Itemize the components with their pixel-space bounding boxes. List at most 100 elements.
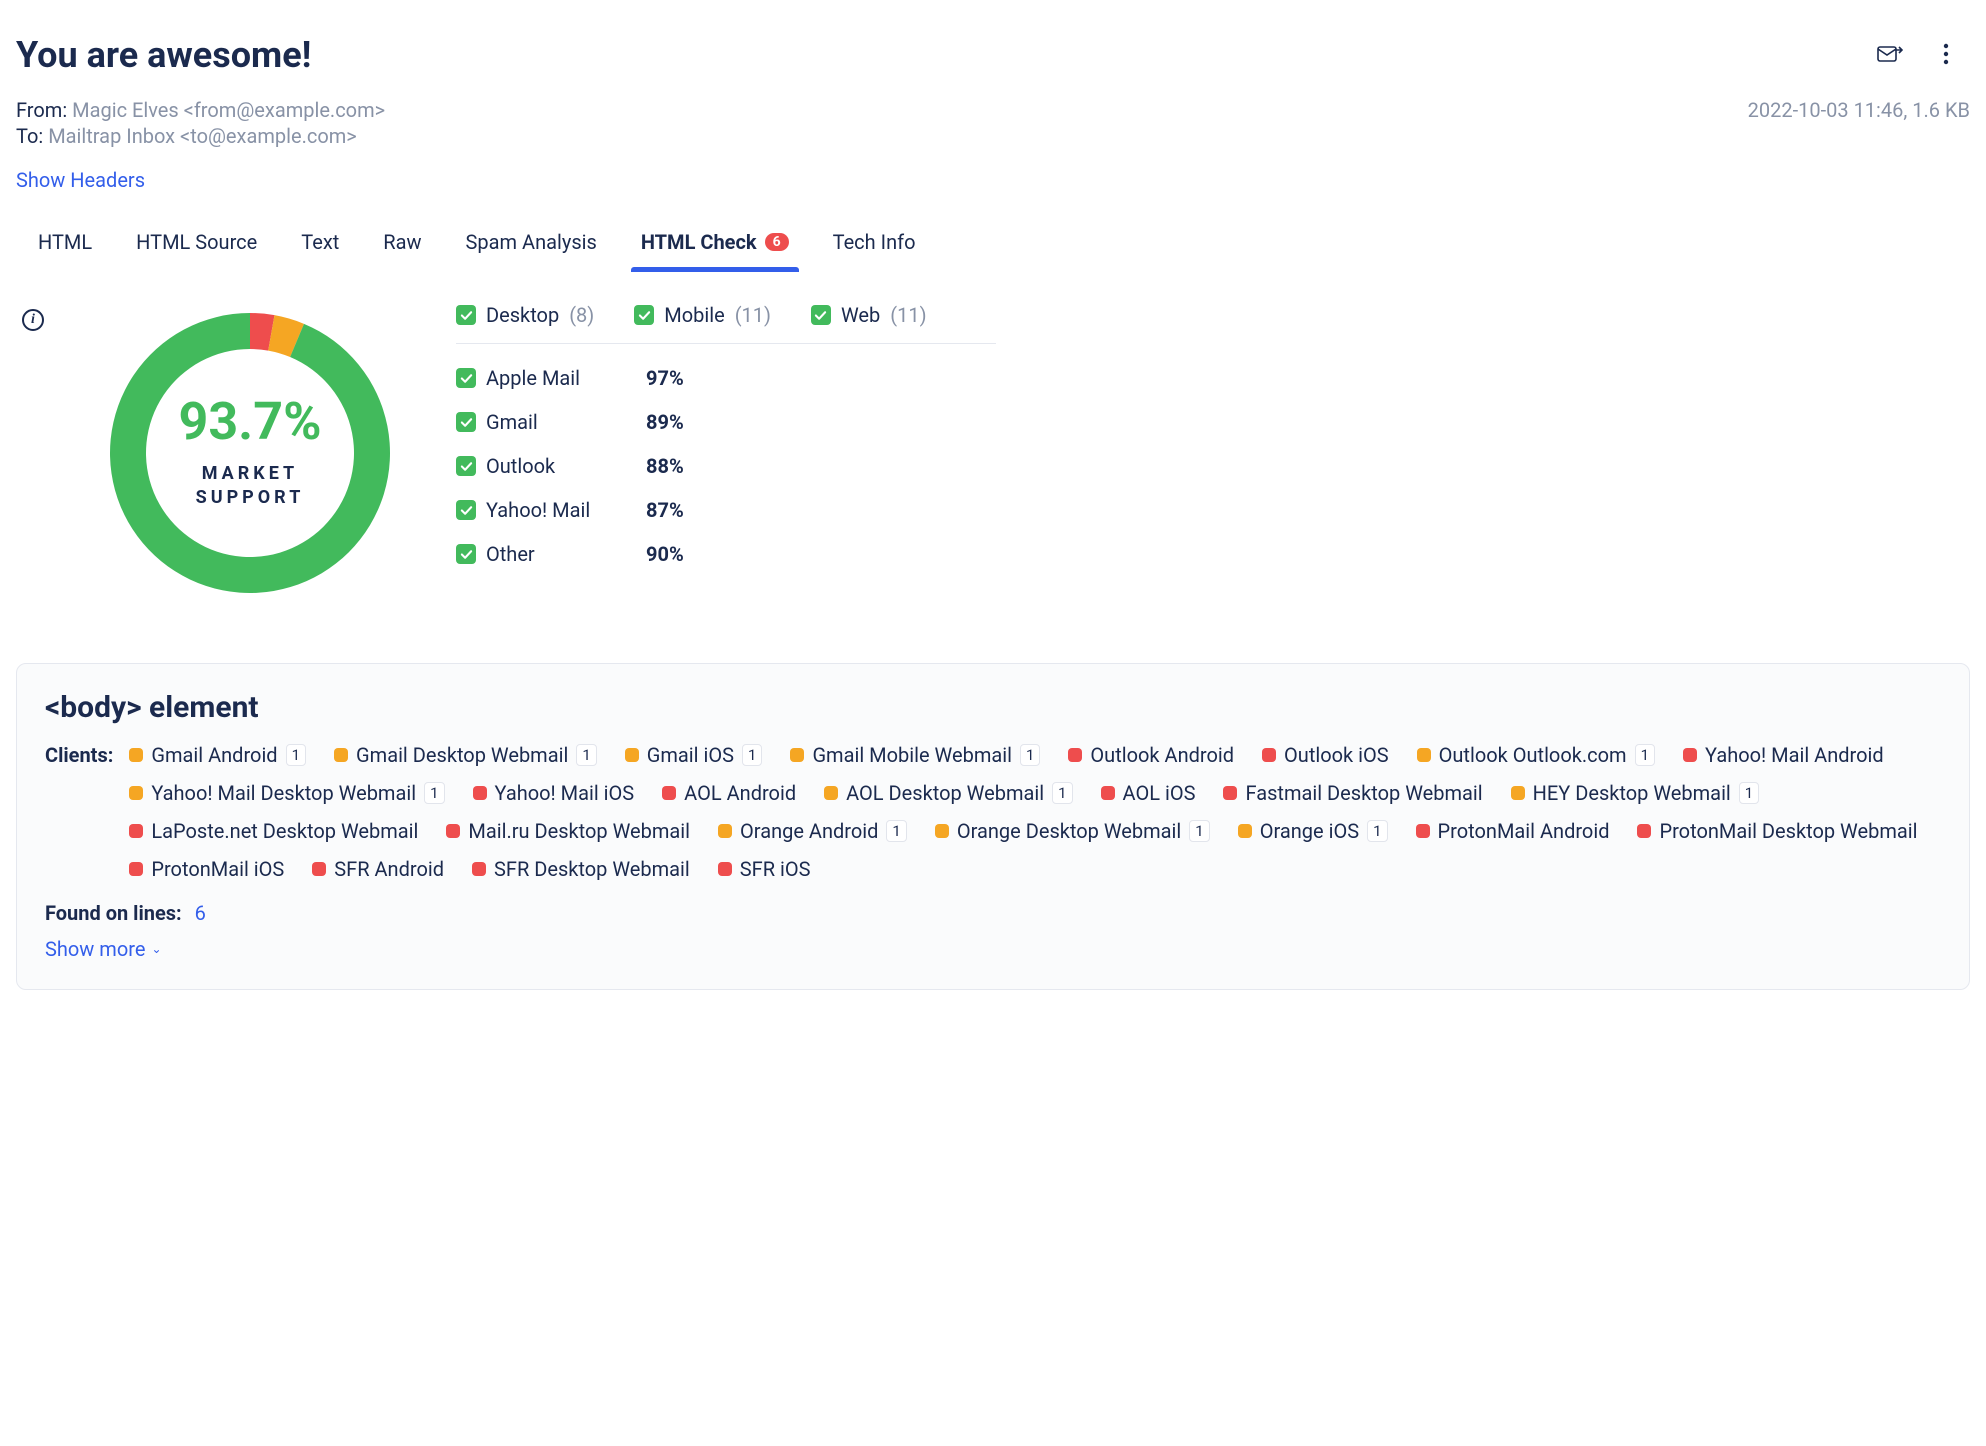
forward-icon[interactable]: [1876, 40, 1904, 68]
status-dot-icon: [1238, 824, 1252, 838]
more-menu-icon[interactable]: [1932, 40, 1960, 68]
tab-html-source[interactable]: HTML Source: [136, 220, 257, 272]
donut-label-1: MARKET: [202, 463, 298, 484]
from-value: Magic Elves <from@example.com>: [72, 98, 385, 122]
status-dot-icon: [1511, 786, 1525, 800]
status-dot-icon: [824, 786, 838, 800]
status-dot-icon: [473, 786, 487, 800]
chip-label: Yahoo! Mail Android: [1705, 743, 1884, 767]
chip-label: Gmail iOS: [647, 743, 734, 767]
client-chip: Outlook Android: [1068, 743, 1234, 767]
chip-label: Yahoo! Mail iOS: [495, 781, 635, 805]
found-on-lines-label: Found on lines:: [45, 901, 182, 925]
chip-label: Yahoo! Mail Desktop Webmail: [151, 781, 416, 805]
client-chip: Fastmail Desktop Webmail: [1223, 781, 1482, 805]
chip-label: Gmail Android: [151, 743, 277, 767]
status-dot-icon: [625, 748, 639, 762]
tab-html[interactable]: HTML: [38, 220, 92, 272]
checkbox-icon: [456, 412, 476, 432]
status-dot-icon: [334, 748, 348, 762]
client-chip: SFR Desktop Webmail: [472, 857, 690, 881]
client-percent: 90%: [646, 542, 684, 566]
chip-label: Orange Desktop Webmail: [957, 819, 1181, 843]
donut-percent: 93.7%: [178, 396, 321, 448]
client-chip: AOL Desktop Webmail1: [824, 781, 1072, 805]
chip-label: Gmail Mobile Webmail: [812, 743, 1012, 767]
chip-count: 1: [286, 744, 306, 766]
show-more-link[interactable]: Show more ⌄: [45, 937, 1941, 961]
client-chip: Mail.ru Desktop Webmail: [446, 819, 690, 843]
chip-count: 1: [1367, 820, 1387, 842]
client-row: Apple Mail 97%: [456, 356, 996, 400]
tab-tech-info[interactable]: Tech Info: [833, 220, 916, 272]
chip-count: 1: [576, 744, 596, 766]
platform-web[interactable]: Web (11): [811, 303, 927, 327]
to-label: To:: [16, 124, 43, 148]
client-label: Apple Mail: [486, 366, 580, 390]
checkbox-icon: [634, 305, 654, 325]
client-chip: AOL Android: [662, 781, 796, 805]
tab-raw[interactable]: Raw: [383, 220, 421, 272]
tab-label: Raw: [383, 230, 421, 254]
platform-count: (11): [735, 303, 771, 327]
client-chip: Orange Desktop Webmail 1: [935, 819, 1210, 843]
chip-label: HEY Desktop Webmail: [1533, 781, 1731, 805]
chip-count: 1: [424, 782, 444, 804]
client-chip: ProtonMail Android: [1416, 819, 1610, 843]
tab-text[interactable]: Text: [301, 220, 339, 272]
status-dot-icon: [1101, 786, 1115, 800]
platform-desktop[interactable]: Desktop (8): [456, 303, 594, 327]
chip-label: SFR Android: [334, 857, 444, 881]
client-apple-mail[interactable]: Apple Mail: [456, 366, 646, 390]
status-dot-icon: [662, 786, 676, 800]
checkbox-icon: [456, 368, 476, 388]
show-headers-link[interactable]: Show Headers: [16, 168, 145, 192]
status-dot-icon: [1637, 824, 1651, 838]
chip-label: SFR Desktop Webmail: [494, 857, 690, 881]
client-yahoo-mail[interactable]: Yahoo! Mail: [456, 498, 646, 522]
tab-badge: 6: [765, 233, 789, 251]
chip-count: 1: [742, 744, 762, 766]
chip-label: Orange Android: [740, 819, 878, 843]
chip-label: ProtonMail Android: [1438, 819, 1610, 843]
client-chip: HEY Desktop Webmail1: [1511, 781, 1760, 805]
chip-label: ProtonMail iOS: [151, 857, 284, 881]
checkbox-icon: [456, 544, 476, 564]
platform-label: Web: [841, 303, 880, 327]
tab-label: Text: [301, 230, 339, 254]
client-other[interactable]: Other: [456, 542, 646, 566]
client-chip: Orange iOS1: [1238, 819, 1388, 843]
issue-panel: <body> element Clients: Gmail Android1Gm…: [16, 663, 1970, 990]
client-gmail[interactable]: Gmail: [456, 410, 646, 434]
client-label: Outlook: [486, 454, 555, 478]
clients-label: Clients:: [45, 743, 113, 767]
client-outlook[interactable]: Outlook: [456, 454, 646, 478]
chevron-down-icon: ⌄: [151, 942, 161, 956]
platform-mobile[interactable]: Mobile (11): [634, 303, 771, 327]
tab-label: HTML: [38, 230, 92, 254]
status-dot-icon: [790, 748, 804, 762]
client-chip: Gmail Desktop Webmail 1: [334, 743, 597, 767]
client-percent: 87%: [646, 498, 684, 522]
checkbox-icon: [456, 305, 476, 325]
status-dot-icon: [129, 824, 143, 838]
chip-label: Gmail Desktop Webmail: [356, 743, 568, 767]
client-percent: 97%: [646, 366, 684, 390]
status-dot-icon: [1223, 786, 1237, 800]
chip-count: 1: [1020, 744, 1040, 766]
tab-label: HTML Check: [641, 230, 757, 254]
status-dot-icon: [718, 824, 732, 838]
chip-label: Outlook Outlook.com: [1439, 743, 1627, 767]
chip-label: Outlook Android: [1090, 743, 1234, 767]
chip-label: AOL Android: [684, 781, 796, 805]
chip-count: 1: [1635, 744, 1655, 766]
tab-html-check[interactable]: HTML Check 6: [641, 220, 789, 272]
to-value: Mailtrap Inbox <to@example.com>: [48, 124, 357, 148]
info-icon[interactable]: i: [22, 309, 44, 331]
client-chip: ProtonMail iOS: [129, 857, 284, 881]
status-dot-icon: [935, 824, 949, 838]
chip-label: SFR iOS: [740, 857, 811, 881]
client-row: Other90%: [456, 532, 996, 576]
chip-count: 1: [1189, 820, 1209, 842]
tab-spam-analysis[interactable]: Spam Analysis: [466, 220, 597, 272]
